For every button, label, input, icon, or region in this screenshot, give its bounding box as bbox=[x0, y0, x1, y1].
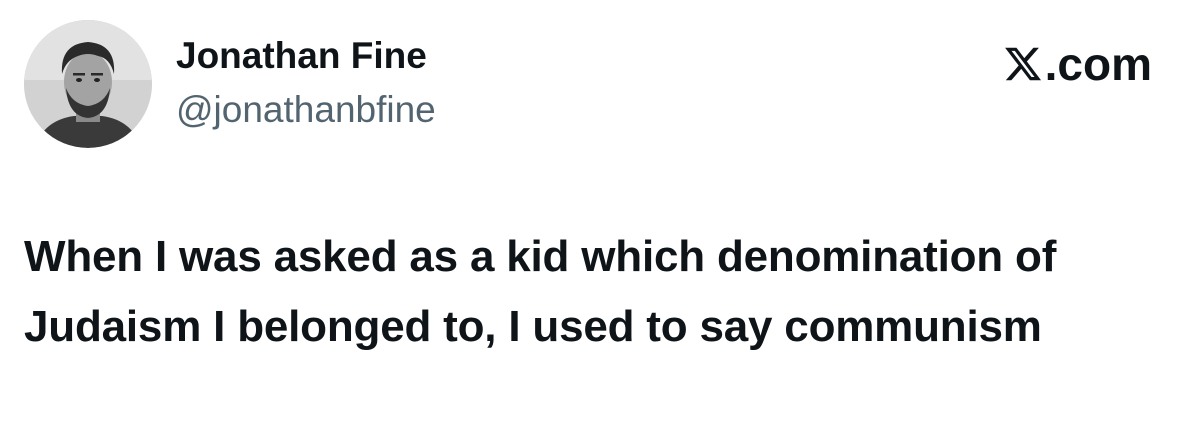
brand-watermark: .com bbox=[1003, 36, 1152, 92]
brand-domain-suffix: .com bbox=[1044, 38, 1152, 90]
x-logo-icon bbox=[1004, 47, 1041, 81]
tweet-card: Jonathan Fine @jonathanbfine .com When I… bbox=[0, 0, 1200, 444]
author-handle[interactable]: @jonathanbfine bbox=[176, 88, 436, 132]
author-display-name[interactable]: Jonathan Fine bbox=[176, 34, 427, 78]
avatar-photo-icon bbox=[24, 20, 152, 148]
author-avatar[interactable] bbox=[24, 20, 152, 148]
post-text: When I was asked as a kid which denomina… bbox=[24, 232, 1057, 351]
